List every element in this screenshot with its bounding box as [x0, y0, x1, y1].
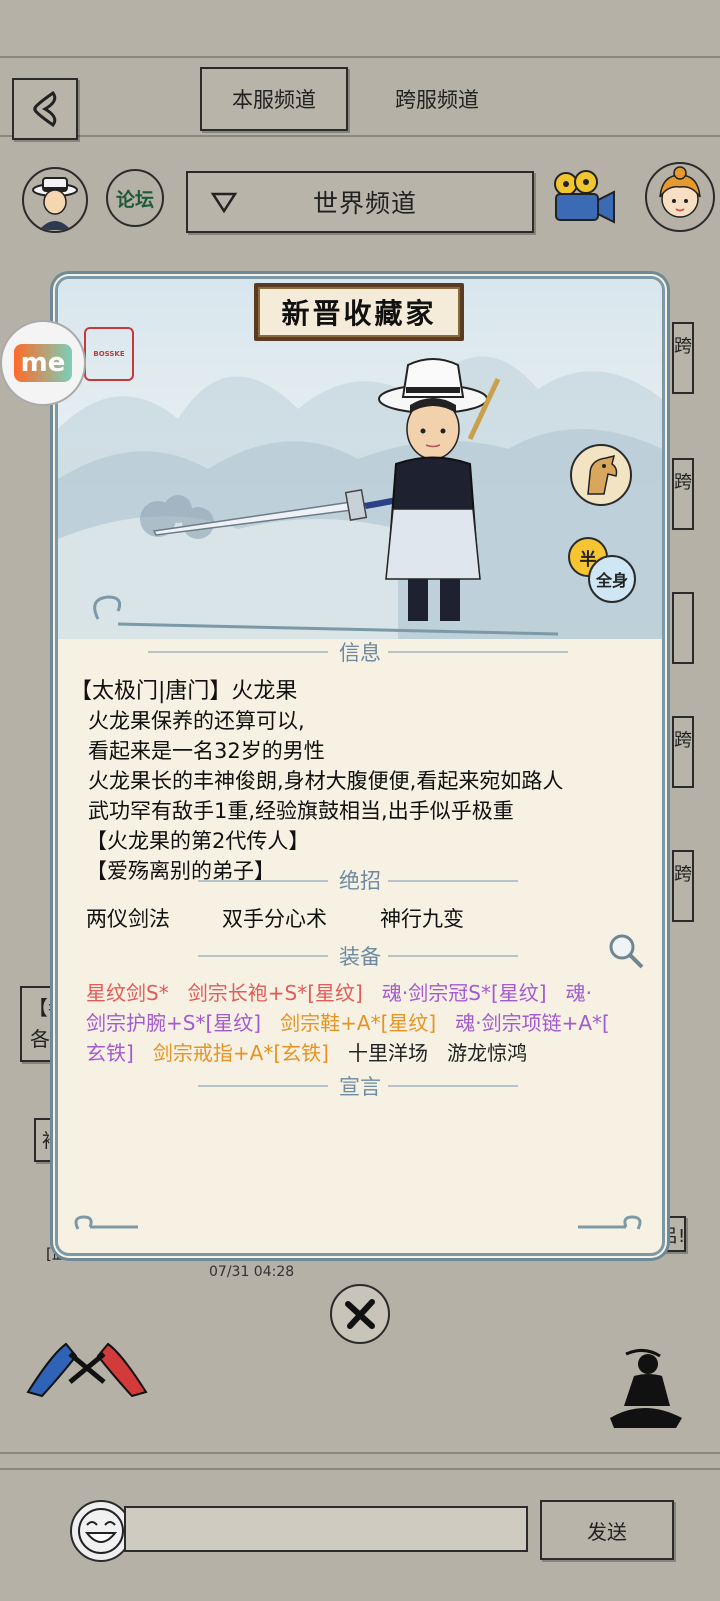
equip-item[interactable]: 剑宗鞋+A*[星纹]: [280, 1011, 436, 1035]
close-icon: [345, 1299, 375, 1329]
desc-line: 火龙果长的丰神俊朗,身材大腹便便,看起来宛如路人: [88, 769, 564, 793]
footer-divider: [0, 1452, 720, 1454]
full-label: 全身: [595, 571, 628, 590]
close-button[interactable]: [330, 1284, 390, 1344]
dropdown-triangle-icon: [210, 192, 238, 214]
mount-button[interactable]: [570, 444, 632, 506]
floating-me-button[interactable]: me: [0, 320, 86, 406]
npc-avatar[interactable]: [645, 162, 715, 232]
character-scene: 新晋收藏家 BOSSKE 半 全身: [58, 279, 662, 639]
side-tab: 跨: [672, 850, 694, 922]
equip-item[interactable]: 星纹剑S*: [86, 981, 169, 1005]
equip-item[interactable]: 游龙惊鸿: [447, 1041, 527, 1065]
profile-title: 新晋收藏家: [258, 287, 460, 337]
header-divider-bottom: [0, 135, 720, 137]
forum-label: 论坛: [115, 188, 154, 211]
equip-line: 星纹剑S* 剑宗长袍+S*[星纹] 魂·剑宗冠S*[星纹] 魂·: [86, 977, 592, 1006]
header-divider: [0, 56, 720, 58]
tab-local-server[interactable]: 本服频道: [200, 67, 348, 131]
equip-item[interactable]: 玄铁]: [86, 1041, 134, 1065]
skill-item: 神行九变: [380, 907, 464, 931]
seal-text: BOSSKE: [93, 350, 125, 358]
emoji-button[interactable]: [70, 1500, 132, 1562]
side-tab-text: 跨: [674, 730, 692, 751]
meditate-button[interactable]: [604, 1346, 686, 1432]
me-logo-text: me: [20, 348, 66, 378]
equip-line: 剑宗护腕+S*[星纹] 剑宗鞋+A*[星纹] 魂·剑宗项链+A*[: [86, 1007, 610, 1036]
cloud-ornament-icon: [578, 1215, 642, 1230]
stance-toggle-button[interactable]: 半 全身: [568, 537, 636, 605]
skill-item: 两仪剑法: [86, 907, 170, 931]
equip-item[interactable]: 剑宗护腕+S*[星纹]: [86, 1011, 261, 1035]
side-tab: [672, 592, 694, 664]
character-name-line: 【太极门|唐门】火龙果: [70, 679, 298, 704]
video-camera-button[interactable]: [550, 168, 620, 230]
tab-label: 跨服频道: [395, 88, 479, 112]
red-seal-stamp: BOSSKE: [84, 327, 134, 381]
footer-divider: [0, 1468, 720, 1470]
side-tab: 跨: [672, 458, 694, 530]
player-avatar-icon: [32, 177, 78, 230]
chat-timestamp: 07/31 04:28: [209, 1264, 295, 1280]
manifesto-section-title: 宣言: [339, 1075, 381, 1099]
horse-icon: [587, 454, 618, 495]
side-tab-text: 跨: [674, 864, 692, 885]
girl-avatar-icon: [659, 166, 701, 218]
tab-cross-server[interactable]: 跨服频道: [372, 67, 502, 131]
info-section-title: 信息: [339, 641, 381, 665]
back-arrow-icon: [33, 90, 57, 128]
forum-button[interactable]: 论坛: [106, 169, 164, 227]
video-camera-icon: [554, 170, 615, 224]
equip-item[interactable]: 魂·剑宗冠S*[星纹]: [382, 981, 547, 1005]
cloud-ornament-icon: [74, 1215, 138, 1230]
send-button[interactable]: 发送: [540, 1500, 674, 1560]
full-body-toggle[interactable]: 全身: [588, 555, 636, 603]
title-plaque: 新晋收藏家: [254, 283, 464, 341]
profile-panel: 新晋收藏家 BOSSKE 半 全身 信息 【太极门|唐门】火龙果 火龙果保养的还…: [55, 276, 665, 1256]
message-input[interactable]: [124, 1506, 528, 1552]
desc-line: 【火龙果的第2代传人】: [86, 829, 310, 853]
me-logo-icon: me: [14, 344, 72, 382]
player-avatar[interactable]: [22, 167, 88, 233]
channel-selector[interactable]: 世界频道: [186, 171, 534, 233]
side-tab-text: 跨: [674, 472, 692, 493]
equip-item[interactable]: 魂·: [566, 981, 592, 1005]
desc-line: 武功罕有敌手1重,经验旗鼓相当,出手似乎极重: [88, 799, 514, 823]
back-button[interactable]: [12, 78, 78, 140]
side-tab-text: 跨: [674, 336, 692, 357]
side-tab: 跨: [672, 716, 694, 788]
equip-item[interactable]: 魂·剑宗项链+A*[: [455, 1011, 610, 1035]
send-label: 发送: [587, 1519, 627, 1544]
duel-fighters-icon: [26, 1342, 148, 1398]
desc-line: 看起来是一名32岁的男性: [88, 739, 325, 763]
desc-line: 火龙果保养的还算可以,: [88, 709, 305, 733]
equip-section-title: 装备: [339, 945, 381, 969]
equip-item[interactable]: 十里洋场: [348, 1041, 428, 1065]
meditation-figure-icon: [610, 1349, 682, 1428]
side-tab: 跨: [672, 322, 694, 394]
magnifier-icon: [609, 934, 644, 969]
tab-label: 本服频道: [232, 88, 316, 112]
equip-item[interactable]: 剑宗长袍+S*[星纹]: [188, 981, 363, 1005]
skills-section-title: 绝招: [339, 869, 381, 893]
laughing-face-icon: [78, 1508, 124, 1554]
pvp-duel-button[interactable]: [22, 1334, 152, 1402]
inspect-button[interactable]: [606, 931, 646, 975]
equip-line: 玄铁] 剑宗戒指+A*[玄铁] 十里洋场 游龙惊鸿: [86, 1037, 527, 1066]
skill-item: 双手分心术: [222, 907, 327, 931]
equip-item[interactable]: 剑宗戒指+A*[玄铁]: [153, 1041, 329, 1065]
channel-name: 世界频道: [312, 189, 417, 218]
